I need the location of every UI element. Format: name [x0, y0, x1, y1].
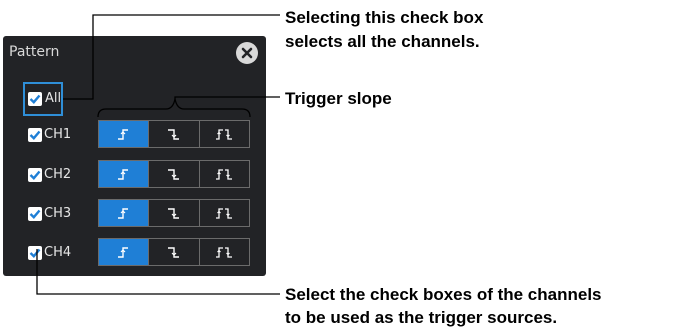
annotation-trigger-slope: Trigger slope [285, 89, 392, 108]
annotation-sources-line1: Select the check boxes of the channels [285, 285, 602, 304]
annotation-all-line2: selects all the channels. [285, 32, 480, 51]
annotation-all-line1: Selecting this check box [285, 8, 484, 27]
annotation-sources-line2: to be used as the trigger sources. [285, 308, 558, 327]
